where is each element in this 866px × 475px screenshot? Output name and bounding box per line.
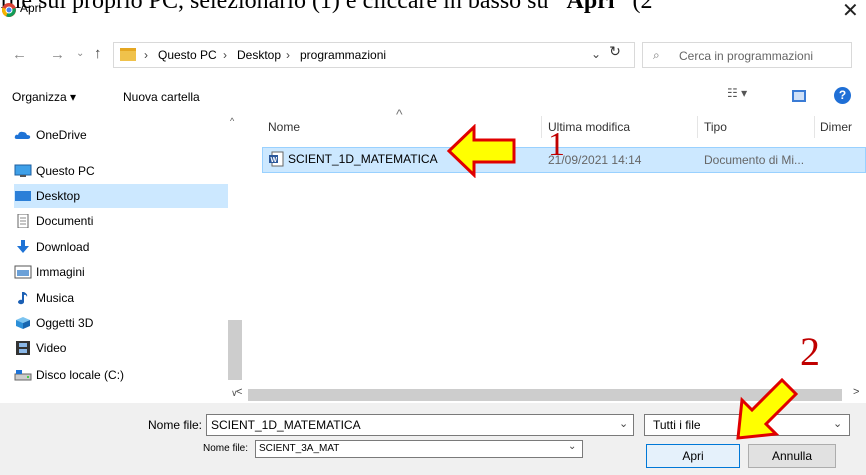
- nav-label: Desktop: [36, 189, 81, 203]
- nav-disco-locale[interactable]: Disco locale (C:): [14, 363, 228, 387]
- nav-documenti[interactable]: Documenti: [14, 209, 228, 233]
- up-arrow-icon[interactable]: ↑: [94, 45, 102, 62]
- crumb-separator: ›: [223, 48, 227, 62]
- nav-label: Download: [36, 240, 90, 254]
- document-icon: [17, 214, 29, 228]
- column-divider[interactable]: [541, 116, 542, 138]
- caption-after: (2: [626, 0, 653, 14]
- filename-label: Nome file:: [148, 418, 203, 432]
- scroll-up-icon[interactable]: ^: [230, 116, 234, 126]
- nav-label: Questo PC: [36, 164, 95, 178]
- nav-label: OneDrive: [36, 128, 87, 142]
- open-button[interactable]: Apri: [646, 444, 740, 468]
- film-icon: [16, 341, 30, 355]
- desktop-icon: [15, 191, 31, 201]
- change-view-icon[interactable]: ☷ ▾: [727, 86, 747, 100]
- cloud-icon: [14, 131, 31, 139]
- forward-arrow-icon[interactable]: →: [50, 46, 65, 63]
- nav-video[interactable]: Video: [14, 336, 228, 360]
- column-name[interactable]: Nome: [268, 120, 300, 134]
- nav-label: Immagini: [36, 265, 85, 279]
- annotation-step-1: 1: [548, 126, 565, 163]
- nav-label: Documenti: [36, 214, 94, 228]
- crumb-questo-pc[interactable]: Questo PC: [158, 48, 217, 62]
- sort-ascending-icon: ^: [396, 106, 403, 122]
- caption-before: file sul proprio PC, selezionarlo (1) e …: [0, 0, 555, 14]
- search-box[interactable]: ⌕ Cerca in programmazioni: [642, 42, 852, 68]
- search-placeholder: Cerca in programmazioni: [679, 49, 814, 63]
- annotation-step-2: 2: [800, 329, 820, 374]
- preview-pane-icon[interactable]: [792, 90, 806, 102]
- cube-icon: [16, 317, 30, 329]
- nav-desktop[interactable]: Desktop: [14, 184, 228, 208]
- nav-label: Video: [36, 341, 67, 355]
- nav-questo-pc[interactable]: Questo PC: [14, 159, 228, 183]
- annotation-arrow-down-left-icon: [736, 377, 799, 440]
- crumb-separator: ›: [144, 48, 148, 62]
- folder-icon: [120, 48, 136, 61]
- organize-button[interactable]: Organizza ▾: [12, 90, 76, 104]
- nav-onedrive[interactable]: OneDrive: [14, 123, 228, 147]
- small-filename-input[interactable]: SCIENT_3A_MAT ⌄: [255, 440, 583, 458]
- recent-chevron-icon[interactable]: ⌄: [76, 48, 84, 59]
- drive-icon: [14, 370, 32, 381]
- nav-musica[interactable]: Musica: [14, 286, 228, 310]
- filetype-dropdown-icon[interactable]: ⌄: [833, 417, 842, 430]
- nav-oggetti-3d[interactable]: Oggetti 3D: [14, 311, 228, 335]
- address-bar[interactable]: › Questo PC › Desktop › programmazioni ⌄: [113, 42, 635, 68]
- filename-dropdown-icon[interactable]: ⌄: [619, 417, 628, 430]
- nav-download[interactable]: Download: [14, 235, 228, 259]
- help-icon[interactable]: ?: [834, 87, 851, 104]
- small-filename-value: SCIENT_3A_MAT: [259, 443, 340, 454]
- column-divider[interactable]: [814, 116, 815, 138]
- annotation-arrow-left-icon: [446, 124, 516, 178]
- image-icon: [14, 265, 32, 279]
- word-document-icon: W: [269, 151, 284, 167]
- nav-label: Musica: [36, 291, 75, 305]
- column-type[interactable]: Tipo: [704, 120, 727, 134]
- nav-immagini[interactable]: Immagini: [14, 260, 228, 284]
- filetype-value: Tutti i file: [653, 418, 701, 432]
- crumb-desktop[interactable]: Desktop: [237, 48, 281, 62]
- column-divider[interactable]: [697, 116, 698, 138]
- svg-text:W: W: [271, 157, 278, 164]
- refresh-icon[interactable]: ↻: [600, 43, 630, 67]
- small-filename-label: Nome file:: [203, 443, 249, 454]
- nav-label: Disco locale (C:): [36, 368, 125, 382]
- cancel-button[interactable]: Annulla: [748, 444, 836, 468]
- scroll-right-icon[interactable]: >: [853, 386, 859, 398]
- column-size[interactable]: Dimer: [820, 120, 852, 134]
- chrome-app-icon: [2, 3, 16, 17]
- file-name: SCIENT_1D_MATEMATICA: [288, 152, 438, 166]
- crumb-programmazioni[interactable]: programmazioni: [300, 48, 386, 62]
- search-icon: ⌕: [653, 48, 660, 62]
- computer-icon: [14, 164, 32, 177]
- filename-input[interactable]: SCIENT_1D_MATEMATICA ⌄: [206, 414, 634, 436]
- filename-value: SCIENT_1D_MATEMATICA: [211, 418, 361, 432]
- caption-bold: “Apri”: [554, 0, 627, 14]
- nav-label: Oggetti 3D: [36, 316, 94, 330]
- file-type: Documento di Mi...: [704, 153, 805, 167]
- scroll-left-icon[interactable]: <: [236, 386, 242, 398]
- download-arrow-icon: [17, 240, 29, 253]
- crumb-separator: ›: [286, 48, 290, 62]
- back-arrow-icon[interactable]: ←: [12, 46, 27, 63]
- document-caption: file sul proprio PC, selezionarlo (1) e …: [0, 0, 653, 15]
- new-folder-button[interactable]: Nuova cartella: [123, 90, 200, 104]
- small-filename-dropdown-icon[interactable]: ⌄: [568, 441, 576, 452]
- nav-scrollbar-thumb[interactable]: [228, 320, 242, 380]
- dialog-title: Apri: [20, 1, 42, 15]
- close-icon[interactable]: ✕: [842, 0, 859, 23]
- music-note-icon: [18, 292, 28, 305]
